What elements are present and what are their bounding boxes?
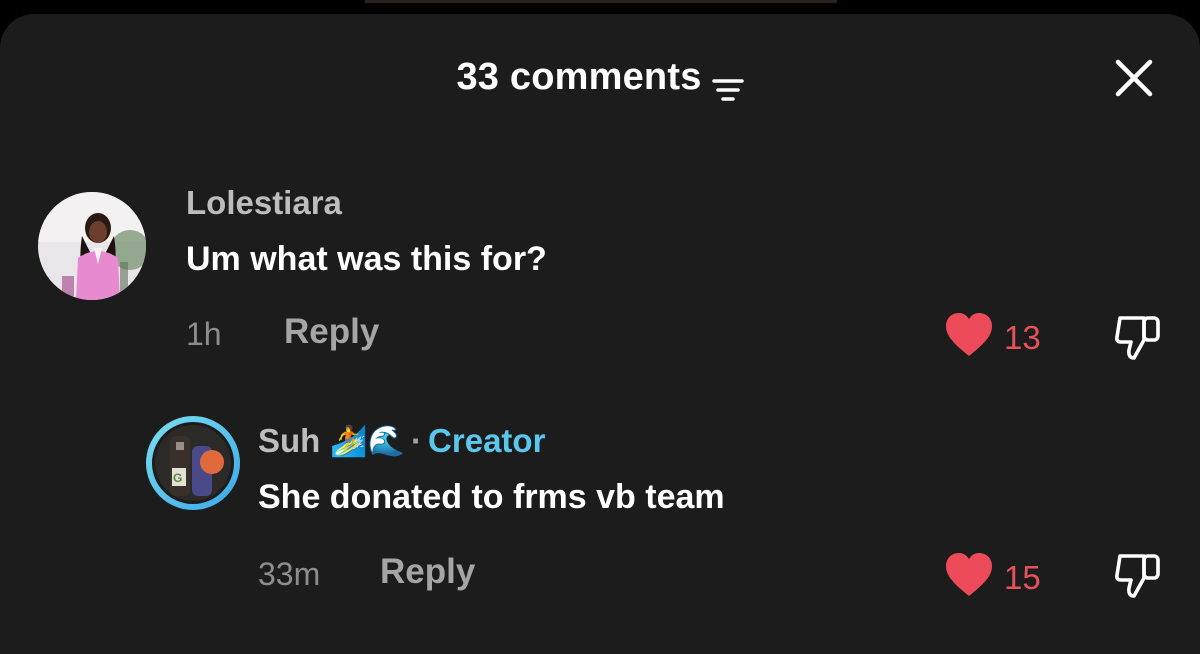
creator-badge: Creator (428, 422, 546, 459)
like-count: 15 (1004, 558, 1041, 596)
heart-icon (944, 552, 994, 603)
comments-header: 33 comments (0, 56, 1200, 101)
reply-button[interactable]: Reply (284, 312, 379, 352)
separator-dot: · (411, 422, 423, 459)
comment-text: Um what was this for? (186, 240, 547, 278)
like-button[interactable]: 13 (944, 312, 1041, 363)
reply-button[interactable]: Reply (380, 552, 475, 592)
creator-name: Suh (258, 422, 321, 459)
like-button[interactable]: 15 (944, 552, 1041, 603)
avatar[interactable] (38, 192, 146, 300)
comment-username[interactable]: Lolestiara (186, 184, 342, 222)
top-edge (365, 0, 837, 3)
avatar[interactable]: G (146, 416, 240, 510)
thumbs-down-icon[interactable] (1112, 312, 1164, 364)
svg-text:G: G (173, 471, 182, 485)
comment-username[interactable]: Suh 🏄🌊 · Creator (258, 422, 545, 460)
like-count: 13 (1004, 318, 1041, 356)
thumbs-down-icon[interactable] (1112, 550, 1164, 602)
filter-lines-icon[interactable] (711, 69, 744, 101)
comment-text: She donated to frms vb team (258, 478, 725, 516)
comment-time: 1h (186, 316, 222, 352)
comments-count: 33 comments (456, 56, 702, 98)
username-emoji: 🏄🌊 (330, 424, 406, 458)
comment-time: 33m (258, 556, 321, 592)
heart-icon (944, 312, 994, 363)
close-icon[interactable] (1112, 56, 1156, 100)
